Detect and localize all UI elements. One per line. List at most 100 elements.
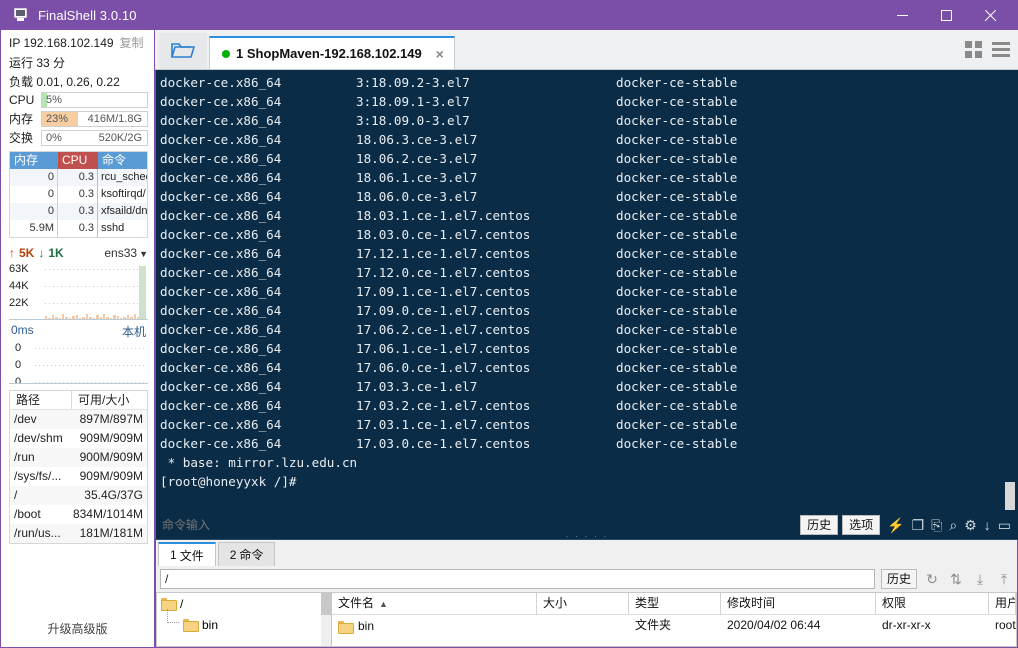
tab-files[interactable]: 1 文件 bbox=[158, 542, 216, 566]
connection-status-icon bbox=[222, 49, 230, 58]
terminal-version: 17.03.1.ce-1.el7.centos bbox=[356, 417, 531, 432]
terminal-output[interactable]: docker-ce.x86_64 3:18.09.2-3.el7 docker-ce… bbox=[156, 70, 1002, 510]
upgrade-button[interactable]: 升级高级版 bbox=[1, 612, 154, 647]
table-row[interactable]: / 35.4G/37G bbox=[10, 486, 147, 505]
disk-usage: 35.4G/37G bbox=[84, 488, 143, 502]
terminal-repo: docker-ce-stable bbox=[616, 265, 738, 280]
open-folder-icon[interactable] bbox=[159, 33, 207, 69]
copy-icon[interactable]: ❐ bbox=[912, 518, 925, 532]
terminal-version: 18.06.0.ce-3.el7 bbox=[356, 189, 478, 204]
minimize-button[interactable] bbox=[880, 0, 924, 30]
upload-icon[interactable]: ⤒ bbox=[995, 571, 1013, 588]
copy-ip-button[interactable]: 复制 bbox=[120, 36, 144, 50]
tree-scrollbar[interactable] bbox=[321, 593, 331, 646]
disk-usage: 900M/909M bbox=[79, 450, 143, 464]
process-memory: 0 bbox=[10, 169, 58, 186]
command-input[interactable] bbox=[156, 517, 801, 532]
terminal-package: docker-ce.x86_64 bbox=[160, 303, 282, 318]
table-row[interactable]: /dev 897M/897M bbox=[10, 410, 147, 429]
folder-icon bbox=[338, 620, 354, 634]
path-history-button[interactable]: 历史 bbox=[880, 569, 917, 589]
col-header-type[interactable]: 类型 bbox=[629, 593, 721, 614]
disk-usage: 834M/1014M bbox=[72, 507, 143, 521]
body-row: IP 192.168.102.149 复制 运行 33 分 负载 0.01, 0.… bbox=[0, 30, 1018, 648]
tree-item-root[interactable]: / bbox=[157, 593, 331, 614]
process-memory: 5.9M bbox=[10, 220, 58, 237]
command-history-button[interactable]: 历史 bbox=[800, 514, 839, 535]
col-header-size[interactable]: 大小 bbox=[537, 593, 629, 614]
col-header-memory[interactable]: 内存 bbox=[10, 152, 58, 169]
terminal-version: 17.09.1.ce-1.el7.centos bbox=[356, 284, 531, 299]
tab-commands[interactable]: 2 命令 bbox=[217, 542, 276, 566]
col-header-modified[interactable]: 修改时间 bbox=[721, 593, 876, 614]
maximize-button[interactable] bbox=[924, 0, 968, 30]
terminal-package: docker-ce.x86_64 bbox=[160, 189, 282, 204]
cpu-percent: 5% bbox=[46, 94, 62, 106]
col-header-filename[interactable]: 文件名 ▲ bbox=[332, 593, 537, 614]
tab-index: 1 bbox=[236, 46, 244, 61]
close-button[interactable] bbox=[968, 0, 1012, 30]
main-area: 1 ShopMaven-192.168.102.149 × docker-ce.… bbox=[155, 30, 1018, 648]
download-rate: 1K bbox=[48, 246, 64, 260]
col-header-cpu[interactable]: CPU bbox=[58, 152, 98, 169]
terminal-repo: docker-ce-stable bbox=[616, 75, 738, 90]
terminal-scrollbar[interactable] bbox=[1002, 70, 1018, 512]
load-average-label: 负载 0.01, 0.26, 0.22 bbox=[9, 75, 120, 89]
terminal-version: 18.06.2.ce-3.el7 bbox=[356, 151, 478, 166]
latency-ylabel: 0 bbox=[15, 342, 22, 354]
memory-detail: 416M/1.8G bbox=[87, 112, 142, 125]
hamburger-menu-icon[interactable] bbox=[988, 36, 1014, 62]
col-header-permissions[interactable]: 权限 bbox=[876, 593, 989, 614]
process-cpu: 0.3 bbox=[58, 220, 98, 237]
directory-tree: / bin bbox=[156, 592, 331, 647]
disk-usage: 909M/909M bbox=[79, 431, 143, 445]
table-row[interactable]: 0 0.3 xfsaild/dn bbox=[10, 203, 147, 220]
path-input[interactable] bbox=[160, 569, 875, 589]
search-icon[interactable]: ⌕ bbox=[949, 518, 957, 532]
process-cpu: 0.3 bbox=[58, 186, 98, 203]
file-panel-tabs: 1 文件 2 命令 bbox=[156, 540, 1017, 566]
close-tab-icon[interactable]: × bbox=[432, 46, 448, 62]
grid-view-icon[interactable] bbox=[960, 36, 986, 62]
latency-graph: 0ms 本机 0 0 0 bbox=[9, 322, 148, 384]
network-traffic-graph: 63K 44K 22K bbox=[9, 262, 148, 320]
terminal-repo: docker-ce-stable bbox=[616, 379, 738, 394]
paste-icon[interactable]: ⎘ bbox=[931, 518, 942, 532]
terminal-package: docker-ce.x86_64 bbox=[160, 284, 282, 299]
refresh-icon[interactable]: ↻ bbox=[923, 571, 941, 588]
lightning-icon[interactable]: ⚡ bbox=[887, 518, 904, 532]
table-row[interactable]: bin 文件夹 2020/04/02 06:44 dr-xr-xr-x root… bbox=[332, 615, 1016, 637]
session-tab[interactable]: 1 ShopMaven-192.168.102.149 × bbox=[209, 36, 455, 69]
table-row[interactable]: /run/us... 181M/181M bbox=[10, 524, 147, 543]
table-row[interactable]: 0 0.3 ksoftirqd/ bbox=[10, 186, 147, 203]
table-row[interactable]: /boot 834M/1014M bbox=[10, 505, 147, 524]
download-icon[interactable]: ⤓ bbox=[971, 571, 989, 588]
table-row[interactable]: /run 900M/909M bbox=[10, 448, 147, 467]
table-row[interactable]: /sys/fs/... 909M/909M bbox=[10, 467, 147, 486]
col-header-owner[interactable]: 用户/用户组 bbox=[989, 593, 1016, 614]
download-icon[interactable]: ↓ bbox=[984, 518, 991, 532]
scrollbar-thumb[interactable] bbox=[1005, 482, 1015, 512]
window-icon[interactable]: ▭ bbox=[998, 518, 1011, 532]
file-permissions-cell: dr-xr-xr-x bbox=[882, 618, 931, 632]
tree-item-label: bin bbox=[202, 617, 219, 632]
splitter-handle[interactable]: · · · · · bbox=[566, 531, 609, 541]
terminal-version: 18.06.1.ce-3.el7 bbox=[356, 170, 478, 185]
terminal-repo: docker-ce-stable bbox=[616, 151, 738, 166]
network-interface-select[interactable]: ens33 ▼ bbox=[104, 246, 148, 260]
table-row[interactable]: 0 0.3 rcu_sched bbox=[10, 169, 147, 186]
file-type-cell: 文件夹 bbox=[635, 618, 672, 632]
table-row[interactable]: /dev/shm 909M/909M bbox=[10, 429, 147, 448]
command-options-button[interactable]: 选项 bbox=[842, 514, 881, 535]
tree-item-bin[interactable]: bin bbox=[157, 609, 331, 635]
table-row[interactable]: 5.9M 0.3 sshd bbox=[10, 220, 147, 237]
folder-icon bbox=[183, 619, 199, 632]
file-list-header: 文件名▲ 大小 类型 修改时间 权限 用户/用户组 bbox=[332, 593, 1016, 615]
gear-icon[interactable]: ⚙ bbox=[964, 518, 977, 532]
terminal-package: docker-ce.x86_64 bbox=[160, 360, 282, 375]
terminal-package: docker-ce.x86_64 bbox=[160, 170, 282, 185]
col-header-command[interactable]: 命令 bbox=[98, 152, 147, 169]
transfer-icon[interactable]: ⇅ bbox=[947, 571, 965, 588]
disk-path: /dev/shm bbox=[14, 431, 63, 445]
terminal-version: 17.06.1.ce-1.el7.centos bbox=[356, 341, 531, 356]
